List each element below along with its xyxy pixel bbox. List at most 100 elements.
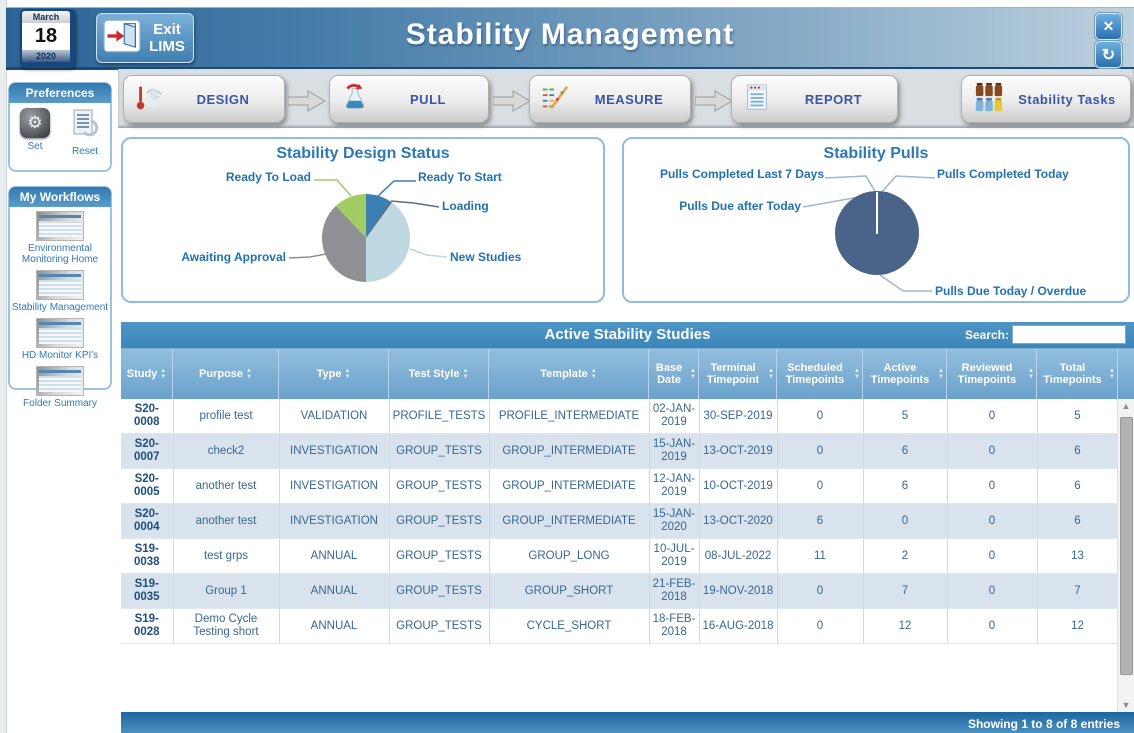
search-input[interactable] [1012,325,1126,344]
table-cell: 19-NOV-2018 [699,574,777,609]
preferences-reset-button[interactable]: Reset [70,108,100,157]
design-status-pie-chart[interactable] [322,194,410,282]
gear-icon: ⚙ [20,108,50,138]
sort-icon: ▲▼ [854,368,860,380]
sidebar-item-stability-management[interactable]: Stability Management [10,270,110,313]
study-id-cell: S19-0038 [121,539,173,574]
sidebar-item-environmental-monitoring-home[interactable]: Environmental Monitoring Home [10,211,110,265]
pie-label-pulls-due-after-today: Pulls Due after Today [679,199,801,213]
table-cell: 08-JUL-2022 [699,539,777,574]
column-header-label: Template [540,368,587,380]
table-cell: 15-JAN-2020 [649,504,699,539]
sort-icon: ▲▼ [768,368,774,380]
table-cell: GROUP_TESTS [389,434,489,469]
arrow-right-icon [288,89,326,113]
pie-label-pulls-due-today-overdue: Pulls Due Today / Overdue [935,284,1086,298]
table-cell: 5 [1037,399,1118,434]
calendar-page: March 18 2020 [22,11,70,62]
sort-icon: ▲▼ [463,368,469,380]
workflow-item-label: Stability Management [12,302,108,313]
sort-icon: ▲▼ [344,368,350,380]
table-cell: INVESTIGATION [279,504,389,539]
table-cell: 0 [947,399,1037,434]
vertical-scrollbar[interactable]: ▲ ▼ [1117,399,1134,713]
column-header-terminal-timepoint[interactable]: Terminal Timepoint▲▼ [699,349,777,399]
exit-lims-button[interactable]: Exit LIMS [96,13,194,63]
column-header-template[interactable]: Template ▲▼ [489,349,649,399]
table-row[interactable]: S20-0005another testINVESTIGATIONGROUP_T… [121,469,1118,504]
table-cell: 6 [777,504,863,539]
table-cell: 0 [947,504,1037,539]
column-header-study[interactable]: Study▲▼ [121,349,173,399]
table-cell: profile test [173,399,279,434]
report-step-button[interactable]: REPORT [731,75,898,123]
table-row[interactable]: S19-0038test grpsANNUALGROUP_TESTSGROUP_… [121,539,1118,574]
window-left-edge [0,0,7,733]
table-cell: ANNUAL [279,539,389,574]
table-cell: 16-AUG-2018 [699,609,777,644]
active-stability-studies-table: Active Stability Studies Search: Study▲▼… [121,322,1134,712]
study-id-cell: S19-0028 [121,609,173,644]
preferences-set-button[interactable]: ⚙ Set [20,108,50,157]
preferences-header: Preferences [9,83,111,103]
workflow-item-label: Environmental Monitoring Home [10,243,110,265]
preferences-panel: Preferences ⚙ Set Reset [8,82,112,172]
reset-label: Reset [72,146,98,157]
table-row[interactable]: S20-0008profile testVALIDATIONPROFILE_TE… [121,399,1118,434]
scrollbar-thumb[interactable] [1120,417,1133,675]
table-cell: 0 [777,574,863,609]
sort-icon: ▲▼ [938,368,944,380]
sidebar-item-hd-monitor-kpis[interactable]: HD Monitor KPI's [10,318,110,361]
reset-document-icon [70,108,100,143]
table-row[interactable]: S20-0007check2INVESTIGATIONGROUP_TESTSGR… [121,434,1118,469]
column-header-base-date[interactable]: Base Date▲▼ [649,349,699,399]
table-cell: GROUP_SHORT [489,574,649,609]
column-header-total-timepoints[interactable]: Total Timepoints▲▼ [1037,349,1118,399]
table-cell: 7 [863,574,947,609]
column-header-label: Terminal Timepoint [701,362,765,386]
column-header-active-timepoints[interactable]: Active Timepoints▲▼ [863,349,947,399]
table-cell: GROUP_INTERMEDIATE [489,469,649,504]
sort-icon: ▲▼ [591,368,597,380]
workflow-thumbnail-icon [36,270,84,300]
column-header-reviewed-timepoints[interactable]: Reviewed Timepoints▲▼ [947,349,1037,399]
pull-step-button[interactable]: PULL [329,75,489,123]
table-cell: 10-JUL-2019 [649,539,699,574]
column-header-test-style[interactable]: Test Style▲▼ [389,349,489,399]
close-icon[interactable]: ✕ [1095,13,1122,40]
column-header-purpose[interactable]: Purpose▲▼ [173,349,279,399]
table-cell: 0 [947,609,1037,644]
scroll-down-icon[interactable]: ▼ [1118,698,1134,713]
design-step-button[interactable]: DESIGN [123,75,285,123]
calendar-month: March [22,11,70,23]
arrow-right-icon [695,89,733,113]
calendar-widget[interactable]: March 18 2020 [20,9,76,68]
pull-flask-icon [340,82,370,117]
study-id-cell: S20-0007 [121,434,173,469]
table-row[interactable]: S19-0035Group 1ANNUALGROUP_TESTSGROUP_SH… [121,574,1118,609]
pie-label-pulls-completed-last-7-days: Pulls Completed Last 7 Days [660,167,824,181]
table-cell: 10-OCT-2019 [699,469,777,504]
table-row[interactable]: S19-0028Demo Cycle Testing shortANNUALGR… [121,609,1118,644]
set-label: Set [27,141,42,152]
refresh-icon[interactable]: ↻ [1095,41,1122,68]
table-cell: 15-JAN-2019 [649,434,699,469]
table-cell: 0 [777,434,863,469]
pulls-chart-title: Stability Pulls [624,145,1128,163]
table-cell: 7 [1037,574,1118,609]
column-header-type[interactable]: Type▲▼ [279,349,389,399]
stability-tasks-label: Stability Tasks [1014,92,1120,107]
workflow-thumbnail-icon [36,211,84,241]
table-cell: GROUP_TESTS [389,609,489,644]
stability-tasks-button[interactable]: Stability Tasks [961,75,1131,123]
table-row[interactable]: S20-0004another testINVESTIGATIONGROUP_T… [121,504,1118,539]
table-header-row: Study▲▼Purpose▲▼Type▲▼Test Style▲▼Templa… [121,349,1134,399]
table-cell: 6 [1037,469,1118,504]
column-header-scheduled-timepoints[interactable]: Scheduled Timepoints▲▼ [777,349,863,399]
study-id-cell: S20-0004 [121,504,173,539]
sidebar-item-folder-summary[interactable]: Folder Summary [10,366,110,409]
scroll-up-icon[interactable]: ▲ [1118,399,1134,414]
table-cell: 6 [1037,504,1118,539]
measure-step-button[interactable]: MEASURE [529,75,691,123]
table-cell: 0 [777,399,863,434]
